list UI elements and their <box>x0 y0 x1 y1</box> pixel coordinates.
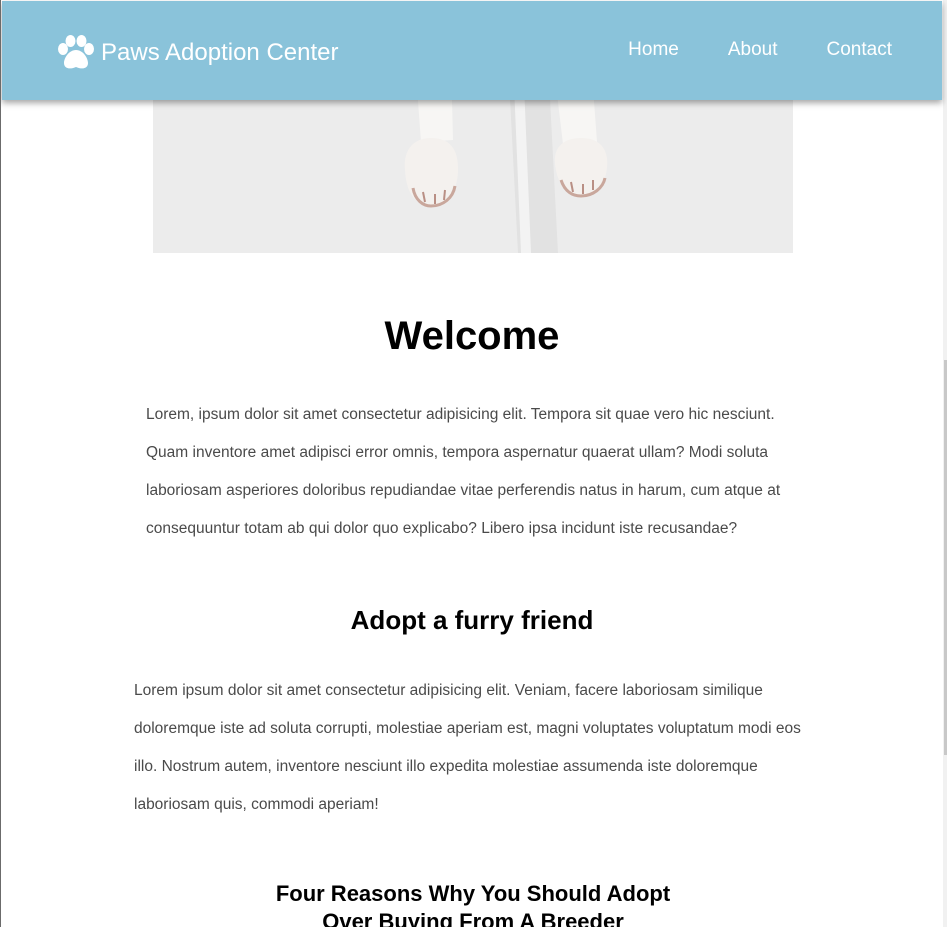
nav-menu: Home About Contact <box>628 39 892 61</box>
welcome-heading: Welcome <box>384 314 560 358</box>
welcome-paragraph: Lorem, ipsum dolor sit amet consectetur … <box>146 406 781 537</box>
nav-link-contact[interactable]: Contact <box>827 39 892 61</box>
paw-icon <box>58 35 94 69</box>
adopt-heading: Adopt a furry friend <box>350 605 594 635</box>
reasons-heading: Four Reasons Why You Should Adopt Over B… <box>275 881 671 927</box>
nav-link-about[interactable]: About <box>728 39 778 61</box>
page: Paws Adoption Center Home About Contact … <box>0 0 947 927</box>
brand-link[interactable]: Paws Adoption Center <box>56 33 338 73</box>
adopt-paragraph: Lorem ipsum dolor sit amet consectetur a… <box>134 682 801 813</box>
brand-name: Paws Adoption Center <box>101 39 339 66</box>
nav-link-home[interactable]: Home <box>628 39 679 61</box>
navbar: Paws Adoption Center Home About Contact <box>2 1 942 100</box>
